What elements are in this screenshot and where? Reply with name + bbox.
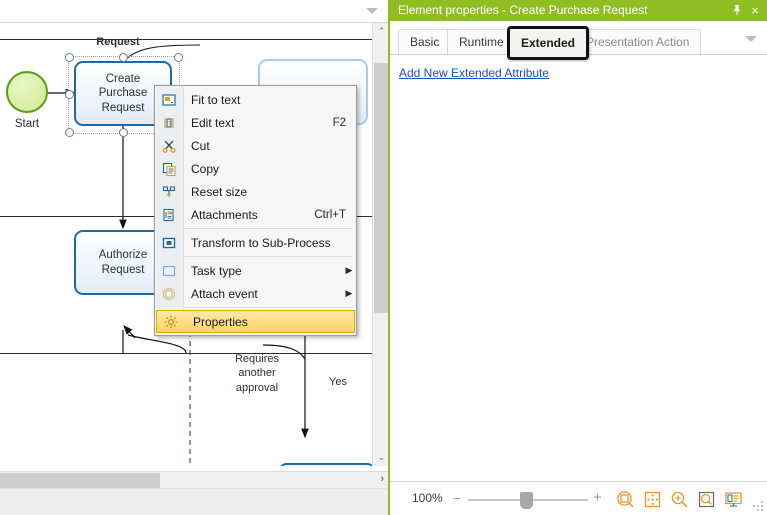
element-properties-panel: Element properties - Create Purchase Req… (388, 0, 767, 515)
zoom-level-label: 100% (412, 491, 443, 505)
node-label-create-purchase-request: Create Purchase Request (98, 72, 148, 114)
menu-item-copy[interactable]: Copy (155, 157, 356, 180)
zoom-slider-thumb[interactable] (520, 492, 533, 509)
tab-label: Extended (521, 36, 576, 50)
scissors-icon (155, 138, 182, 154)
sub-process-icon (155, 235, 182, 251)
edge-label-requires-another-approval: Requires another approval (234, 353, 280, 394)
horizontal-scroll-thumb[interactable] (0, 473, 160, 488)
menu-item-label: Task type (191, 263, 242, 278)
edge-label-yes: Yes (329, 376, 347, 388)
gear-icon (157, 314, 184, 330)
submenu-arrow-icon: ▶ (345, 288, 353, 298)
menu-separator (184, 307, 352, 308)
resize-handle[interactable] (119, 53, 128, 62)
tab-presentation-action[interactable]: Presentation Action (574, 29, 702, 54)
svg-text:T: T (167, 121, 171, 127)
edit-text-icon: T (155, 115, 182, 131)
menu-separator (184, 256, 352, 257)
menu-item-reset-size[interactable]: Reset size (155, 180, 356, 203)
properties-panel-body: Add New Extended Attribute (390, 60, 767, 482)
status-bar: 100% − + (390, 481, 767, 515)
properties-panel-header: Element properties - Create Purchase Req… (390, 0, 767, 21)
resize-handle[interactable] (65, 90, 74, 99)
lane-divider (0, 39, 372, 40)
zoom-in-button[interactable]: + (593, 490, 602, 505)
diagram-editor: Start Request Create Purchase Request Au… (0, 0, 390, 515)
resize-handle[interactable] (174, 53, 183, 62)
zoom-to-selection-icon[interactable] (614, 488, 636, 510)
tab-label: Runtime (459, 35, 504, 49)
pin-icon[interactable] (729, 2, 745, 18)
menu-item-attach-event[interactable]: Attach event ▶ (155, 282, 356, 305)
node-label-start: Start (14, 118, 40, 130)
copy-icon (155, 161, 182, 177)
application-window: Start Request Create Purchase Request Au… (0, 0, 767, 515)
tab-basic[interactable]: Basic (398, 29, 452, 54)
fit-to-window-icon[interactable] (641, 488, 663, 510)
menu-item-edit-text[interactable]: T Edit text F2 (155, 111, 356, 134)
tab-runtime[interactable]: Runtime (447, 29, 516, 54)
attachments-icon (155, 207, 182, 223)
node-label-authorize-request: Authorize Request (98, 249, 148, 276)
menu-item-label: Attachments (191, 207, 258, 222)
scroll-right-icon[interactable]: › (380, 473, 384, 485)
fit-to-text-icon (155, 92, 182, 108)
menu-item-label: Attach event (191, 286, 258, 301)
menu-item-cut[interactable]: Cut (155, 134, 356, 157)
chevron-down-icon[interactable] (745, 36, 757, 42)
edge-label-request: Request (96, 36, 140, 48)
menu-item-accelerator: Ctrl+T (314, 208, 346, 221)
menu-item-transform-to-sub-process[interactable]: Transform to Sub-Process (155, 231, 356, 254)
properties-panel-title: Element properties - Create Purchase Req… (398, 3, 648, 17)
zoom-in-icon[interactable] (668, 488, 690, 510)
attach-event-icon (155, 286, 182, 302)
menu-item-label: Properties (193, 314, 248, 329)
menu-item-label: Fit to text (191, 92, 241, 107)
menu-item-accelerator: F2 (332, 116, 346, 129)
resize-handle[interactable] (65, 128, 74, 137)
menu-item-label: Reset size (191, 184, 248, 199)
menu-item-label: Edit text (191, 115, 235, 130)
menu-item-label: Cut (191, 138, 210, 153)
resize-grip-icon[interactable] (753, 501, 763, 511)
node-start-event[interactable] (6, 71, 48, 113)
resize-handle[interactable] (119, 128, 128, 137)
presentation-mode-icon[interactable] (722, 488, 744, 510)
close-icon[interactable]: × (747, 2, 763, 18)
task-type-icon (155, 263, 182, 279)
submenu-arrow-icon: ▶ (345, 265, 353, 275)
menu-item-task-type[interactable]: Task type ▶ (155, 259, 356, 282)
properties-tabstrip: Basic Runtime Extended Presentation Acti… (390, 26, 767, 60)
tab-label: Basic (410, 35, 440, 49)
resize-handle[interactable] (65, 53, 74, 62)
editor-footer (0, 488, 390, 515)
tab-label: Presentation Action (586, 35, 690, 49)
menu-item-label: Copy (191, 161, 220, 176)
chevron-down-icon[interactable] (366, 8, 378, 14)
add-new-extended-attribute-link[interactable]: Add New Extended Attribute (399, 66, 549, 80)
menu-item-label: Transform to Sub-Process (191, 235, 331, 250)
vertical-scroll-thumb[interactable] (374, 63, 389, 313)
reset-size-icon (155, 184, 182, 200)
menu-item-attachments[interactable]: Attachments Ctrl+T (155, 203, 356, 226)
lane-divider (0, 353, 372, 354)
element-context-menu[interactable]: Fit to text T Edit text F2 Cut Copy Rese… (154, 85, 357, 336)
canvas-horizontal-scrollbar[interactable]: › (0, 471, 390, 489)
tab-extended[interactable]: Extended (507, 26, 590, 60)
zoom-out-button[interactable]: − (453, 491, 461, 505)
menu-item-fit-to-text[interactable]: Fit to text (155, 88, 356, 111)
node-task-notify[interactable]: Notify (278, 463, 376, 466)
menu-separator (184, 228, 352, 229)
menu-item-properties[interactable]: Properties (156, 310, 355, 333)
zoom-actual-icon[interactable] (695, 488, 717, 510)
editor-toolbar (0, 0, 390, 23)
